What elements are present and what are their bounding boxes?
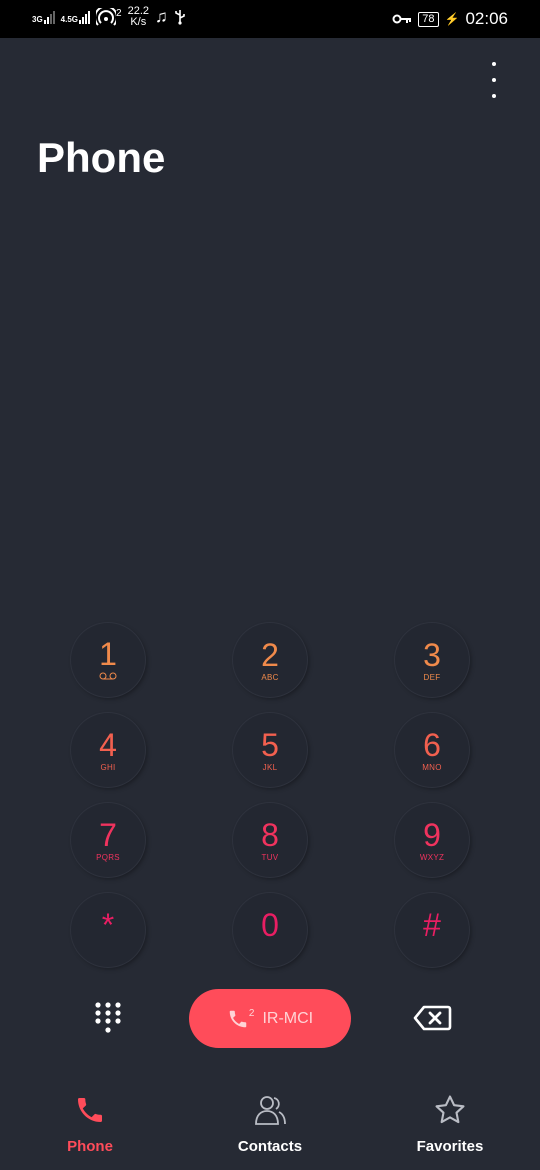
clock: 02:06	[465, 9, 508, 28]
carrier-label: IR-MCI	[262, 1009, 314, 1027]
contacts-icon	[252, 1090, 288, 1130]
phone-sim-icon: 2	[227, 1007, 255, 1030]
dial-key-digit: 7	[99, 816, 117, 853]
star-icon	[432, 1090, 468, 1130]
dial-key-digit: 3	[423, 636, 441, 673]
dial-key-letters: GHI	[100, 762, 116, 772]
network-speed: 22.2 K/s	[128, 6, 149, 28]
dial-key-star[interactable]: *	[71, 893, 145, 967]
battery-icon: 78	[418, 11, 439, 27]
dial-key-letters: ABC	[261, 672, 279, 682]
phone-icon	[72, 1090, 108, 1130]
more-options-icon[interactable]	[486, 62, 502, 98]
speed-unit: K/s	[130, 16, 147, 28]
battery-level: 78	[422, 12, 435, 25]
dial-key-5[interactable]: 5 JKL	[233, 713, 307, 787]
dial-key-0[interactable]: 0	[233, 893, 307, 967]
charging-icon: ⚡	[444, 12, 460, 26]
dial-key-digit: 9	[423, 816, 441, 853]
dial-key-digit: *	[101, 906, 115, 943]
dial-key-3[interactable]: 3 DEF	[395, 623, 469, 697]
backspace-icon[interactable]	[412, 1004, 452, 1032]
bottom-nav: Phone Contacts Favorites	[0, 1090, 540, 1170]
nav-favorites-label: Favorites	[416, 1138, 484, 1155]
network-type-2: 4.5G	[60, 15, 79, 24]
signal-sim2: 4.5G	[60, 10, 91, 24]
voicemail-icon	[99, 672, 117, 682]
status-bar: 3G 4.5G 2 22.2 K/s ♫ 78 ⚡ 02:06	[0, 0, 540, 38]
dial-key-digit: 0	[261, 906, 279, 943]
network-type-1: 3G	[32, 15, 43, 24]
dial-key-6[interactable]: 6 MNO	[395, 713, 469, 787]
dial-key-letters: JKL	[262, 762, 278, 772]
key-icon	[392, 14, 412, 24]
dial-key-4[interactable]: 4 GHI	[71, 713, 145, 787]
dial-key-letters: WXYZ	[419, 852, 445, 862]
dial-key-9[interactable]: 9 WXYZ	[395, 803, 469, 877]
dialpad-icon[interactable]	[90, 1000, 126, 1036]
dial-key-1[interactable]: 1	[71, 623, 145, 697]
dial-key-hash[interactable]: #	[395, 893, 469, 967]
dial-key-letters: TUV	[261, 852, 279, 862]
dial-key-8[interactable]: 8 TUV	[233, 803, 307, 877]
nav-phone[interactable]: Phone	[30, 1090, 150, 1155]
signal-sim1: 3G	[32, 10, 55, 24]
dial-key-digit: 8	[261, 816, 279, 853]
hotspot-icon: 2	[96, 8, 122, 26]
nav-favorites[interactable]: Favorites	[390, 1090, 510, 1155]
music-icon: ♫	[155, 7, 168, 26]
hotspot-count: 2	[116, 8, 122, 19]
dial-key-digit: 4	[99, 726, 117, 763]
usb-icon	[174, 10, 185, 25]
nav-phone-label: Phone	[67, 1138, 113, 1155]
dial-key-digit: #	[423, 906, 441, 943]
nav-contacts[interactable]: Contacts	[210, 1090, 330, 1155]
call-button[interactable]: 2 IR-MCI	[189, 989, 351, 1048]
sim-number: 2	[248, 1007, 255, 1019]
dial-key-digit: 2	[261, 636, 279, 673]
dial-key-7[interactable]: 7 PQRS	[71, 803, 145, 877]
dial-key-letters: DEF	[423, 672, 441, 682]
dial-key-letters: MNO	[422, 762, 442, 772]
nav-contacts-label: Contacts	[237, 1138, 303, 1155]
dial-key-digit: 6	[423, 726, 441, 763]
dial-key-digit: 1	[99, 636, 117, 672]
dial-key-2[interactable]: 2 ABC	[233, 623, 307, 697]
dial-key-digit: 5	[261, 726, 279, 763]
dial-key-letters: PQRS	[96, 852, 120, 862]
page-title: Phone	[37, 134, 166, 181]
